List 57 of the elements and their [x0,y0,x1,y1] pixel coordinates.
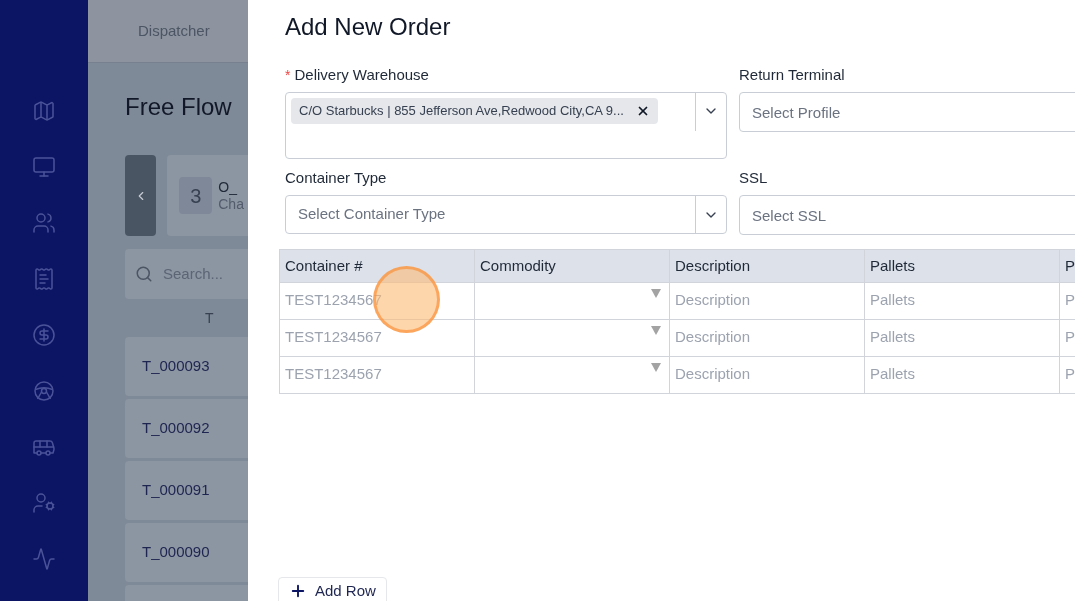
required-mark: * [285,65,291,85]
pallets-cell[interactable]: Pallets [864,319,1060,357]
map-icon[interactable] [32,99,56,123]
card-title: O_ [218,178,239,196]
column-header: P [1059,249,1075,283]
row-id: T_000093 [142,356,210,377]
description-cell[interactable]: Description [669,319,865,357]
dropdown-triangle-icon [651,363,661,372]
pallets-cell[interactable]: Pallets [864,356,1060,394]
commodity-dropdown[interactable] [474,356,670,394]
count-badge: 3 [179,177,213,214]
field-label: Container Type [285,167,387,188]
list-row[interactable]: T_000091 [125,461,248,520]
warehouse-select[interactable]: C/O Starbucks | 855 Jefferson Ave,Redwood City,CA 9... [285,92,727,159]
tag-text: C/O Starbucks | 855 Jefferson Ave,Redwood City,CA 9... [299,102,624,121]
receipt-icon[interactable] [32,267,56,291]
select-placeholder: Select Container Type [297,204,447,225]
commodity-dropdown[interactable] [474,282,670,320]
nav-tab[interactable]: Dispatcher [138,19,210,43]
select-field[interactable]: Select Profile [739,92,1075,132]
row-id: T_000091 [142,480,210,501]
pallets-cell[interactable]: Pallets [864,282,1060,320]
row-id: T_000090 [142,542,210,563]
dropdown-triangle-icon [651,326,661,335]
list-row[interactable]: T_000090 [125,523,248,582]
list-row[interactable]: T_000093 [125,337,248,396]
column-header: T [205,308,214,328]
users-icon[interactable] [32,211,56,235]
description-cell[interactable]: Description [669,282,865,320]
plus-icon [289,582,307,600]
column-header: Commodity [474,249,670,283]
page-title: Free Flow [125,92,233,119]
row-id: T_000092 [142,418,210,439]
column-header: Container # [279,249,475,283]
pulse-icon[interactable] [32,547,56,571]
field-label: SSL [739,167,768,188]
column-header: Pallets [864,249,1060,283]
search-icon [135,265,153,283]
card-subtitle: Cha [218,195,244,213]
back-button[interactable] [125,155,157,236]
container-cell[interactable]: TEST1234567 [279,356,475,394]
modal-title: Add New Order [285,12,452,39]
field-label: Delivery Warehouse [294,64,429,85]
column-header: Description [669,249,865,283]
list-row[interactable]: T_000092 [125,399,248,458]
container-type-select[interactable]: Select Container Type [285,195,727,234]
select-field[interactable]: Select SSL [739,195,1075,235]
dropdown-triangle-icon [651,289,661,298]
monitor-icon[interactable] [32,155,56,179]
commodity-dropdown[interactable] [474,319,670,357]
field-label: Return Terminal [739,64,845,85]
user-settings-icon[interactable] [32,491,56,515]
description-cell[interactable]: Description [669,356,865,394]
add-row-button[interactable]: Add Row [278,577,387,601]
dollar-circle-icon[interactable] [32,323,56,347]
container-cell[interactable]: TEST1234567 [279,319,475,357]
steering-wheel-icon[interactable] [32,379,56,403]
